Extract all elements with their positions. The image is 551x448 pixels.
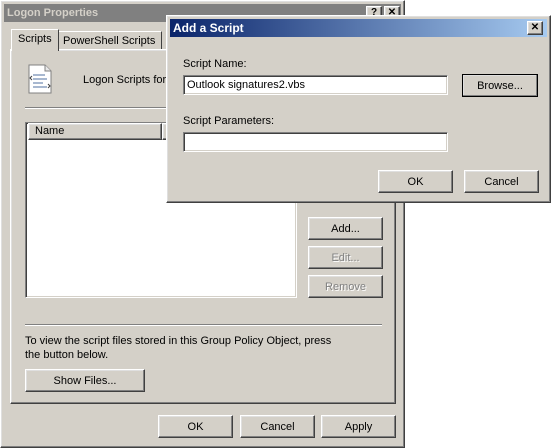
script-parameters-input[interactable]	[183, 132, 448, 152]
info-text: To view the script files stored in this …	[25, 335, 332, 361]
apply-button-label: Apply	[344, 420, 373, 433]
info-divider	[25, 324, 382, 326]
dialog-ok-button-label: OK	[407, 175, 424, 188]
cancel-button-label: Cancel	[260, 420, 295, 433]
script-parameters-label: Script Parameters:	[183, 115, 275, 127]
tab-powershell-scripts-label: PowerShell Scripts	[63, 35, 156, 47]
close-icon: ✕	[530, 22, 540, 33]
show-files-button-label: Show Files...	[53, 374, 117, 387]
dialog-cancel-button[interactable]: Cancel	[464, 170, 539, 193]
show-files-button[interactable]: Show Files...	[25, 369, 145, 392]
apply-button[interactable]: Apply	[321, 415, 396, 438]
dialog-cancel-button-label: Cancel	[484, 175, 519, 188]
edit-button[interactable]: Edit...	[308, 246, 383, 269]
ok-button[interactable]: OK	[158, 415, 233, 438]
add-script-title: Add a Script	[173, 21, 244, 35]
logon-scripts-header: Logon Scripts for I	[83, 74, 173, 86]
dialog-close-button[interactable]: ✕	[527, 21, 543, 35]
tab-powershell-scripts[interactable]: PowerShell Scripts	[56, 31, 163, 51]
logon-properties-title: Logon Properties	[7, 7, 99, 19]
browse-button-label: Browse...	[477, 79, 523, 92]
script-name-label: Script Name:	[183, 58, 247, 70]
browse-button[interactable]: Browse...	[462, 74, 538, 97]
cancel-button[interactable]: Cancel	[240, 415, 315, 438]
tab-scripts-label: Scripts	[18, 33, 52, 45]
dialog-ok-button[interactable]: OK	[378, 170, 453, 193]
ok-button-label: OK	[187, 420, 204, 433]
add-script-titlebar[interactable]: Add a Script ✕	[170, 19, 547, 37]
remove-button-label: Remove	[325, 280, 366, 293]
script-name-input[interactable]: Outlook signatures2.vbs	[183, 75, 448, 95]
remove-button[interactable]: Remove	[308, 275, 383, 298]
add-button[interactable]: Add...	[308, 217, 383, 240]
tab-scripts[interactable]: Scripts	[11, 29, 59, 51]
add-button-label: Add...	[331, 222, 360, 235]
script-document-icon	[27, 64, 53, 94]
edit-button-label: Edit...	[331, 251, 360, 264]
add-script-dialog: Add a Script ✕ Script Name: Outlook sign…	[166, 15, 551, 203]
column-header-name[interactable]: Name	[28, 123, 162, 140]
column-header-name-label: Name	[35, 125, 65, 137]
